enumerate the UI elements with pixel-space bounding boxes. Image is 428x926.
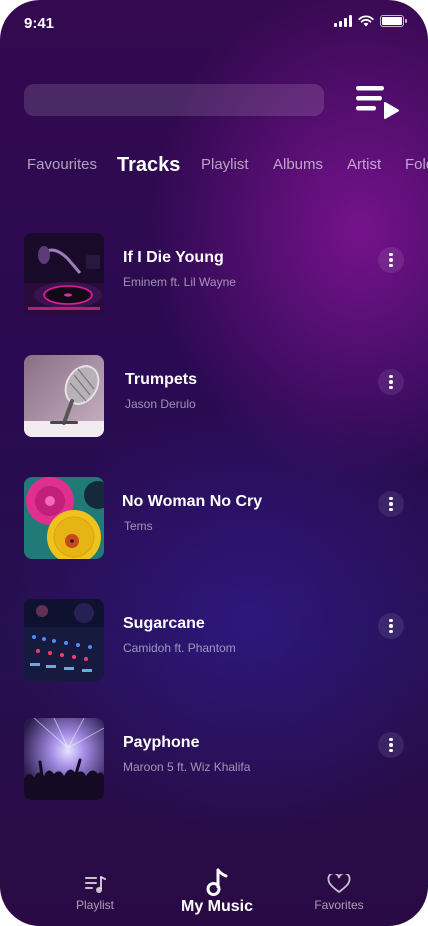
nav-my-music[interactable]: My Music	[176, 868, 258, 916]
track-artist: Tems	[124, 519, 153, 533]
status-bar: 9:41	[0, 0, 428, 44]
nav-label: Playlist	[75, 898, 114, 912]
track-artist: Camidoh ft. Phantom	[123, 641, 236, 655]
nav-label: Favorites	[314, 898, 364, 912]
heart-icon	[327, 874, 351, 893]
tab-albums[interactable]: Albums	[273, 150, 323, 180]
track-item[interactable]: Trumpets Jason Derulo	[24, 355, 404, 437]
album-cover	[24, 355, 104, 437]
track-item[interactable]: If I Die Young Eminem ft. Lil Wayne	[24, 233, 404, 315]
album-cover	[24, 599, 104, 681]
track-title: Trumpets	[125, 371, 198, 388]
nav-playlist[interactable]: Playlist	[72, 876, 118, 912]
album-cover	[24, 718, 104, 800]
track-artist: Jason Derulo	[125, 397, 196, 411]
nav-favorites[interactable]: Favorites	[310, 874, 368, 912]
track-item[interactable]: Sugarcane Camidoh ft. Phantom	[24, 599, 404, 681]
music-app-screen: 9:41 Favourites Tracks Playlist Albums A…	[0, 0, 428, 926]
tab-tracks[interactable]: Tracks	[117, 150, 180, 180]
tab-playlist[interactable]: Playlist	[201, 150, 249, 180]
track-item[interactable]: Payphone Maroon 5 ft. Wiz Khalifa	[24, 718, 404, 800]
track-title: Sugarcane	[123, 615, 205, 632]
search-bar[interactable]	[24, 84, 324, 116]
playlist-icon	[85, 876, 106, 893]
signal-icon	[334, 15, 352, 27]
wifi-icon	[358, 15, 374, 27]
playlist-play-icon[interactable]	[354, 84, 402, 120]
battery-icon	[380, 15, 407, 27]
track-title: Payphone	[123, 734, 200, 751]
album-cover	[24, 477, 104, 559]
more-options-icon[interactable]	[378, 369, 404, 395]
more-options-icon[interactable]	[378, 732, 404, 758]
status-icons	[334, 15, 407, 27]
track-artist: Maroon 5 ft. Wiz Khalifa	[123, 760, 251, 774]
album-cover	[24, 233, 104, 315]
tab-artist[interactable]: Artist	[347, 150, 381, 180]
tab-favourites[interactable]: Favourites	[27, 150, 97, 180]
track-title: If I Die Young	[123, 249, 224, 266]
more-options-icon[interactable]	[378, 247, 404, 273]
track-artist: Eminem ft. Lil Wayne	[123, 275, 236, 289]
more-options-icon[interactable]	[378, 613, 404, 639]
category-tabs: Favourites Tracks Playlist Albums Artist…	[0, 150, 428, 180]
nav-label: My Music	[180, 898, 253, 915]
tab-folders[interactable]: Folders	[405, 150, 428, 180]
bottom-navigation: Playlist My Music Favorites	[0, 860, 428, 926]
status-time: 9:41	[24, 15, 55, 32]
track-item[interactable]: No Woman No Cry Tems	[24, 477, 404, 559]
more-options-icon[interactable]	[378, 491, 404, 517]
music-note-icon	[206, 868, 228, 896]
track-title: No Woman No Cry	[122, 493, 263, 510]
